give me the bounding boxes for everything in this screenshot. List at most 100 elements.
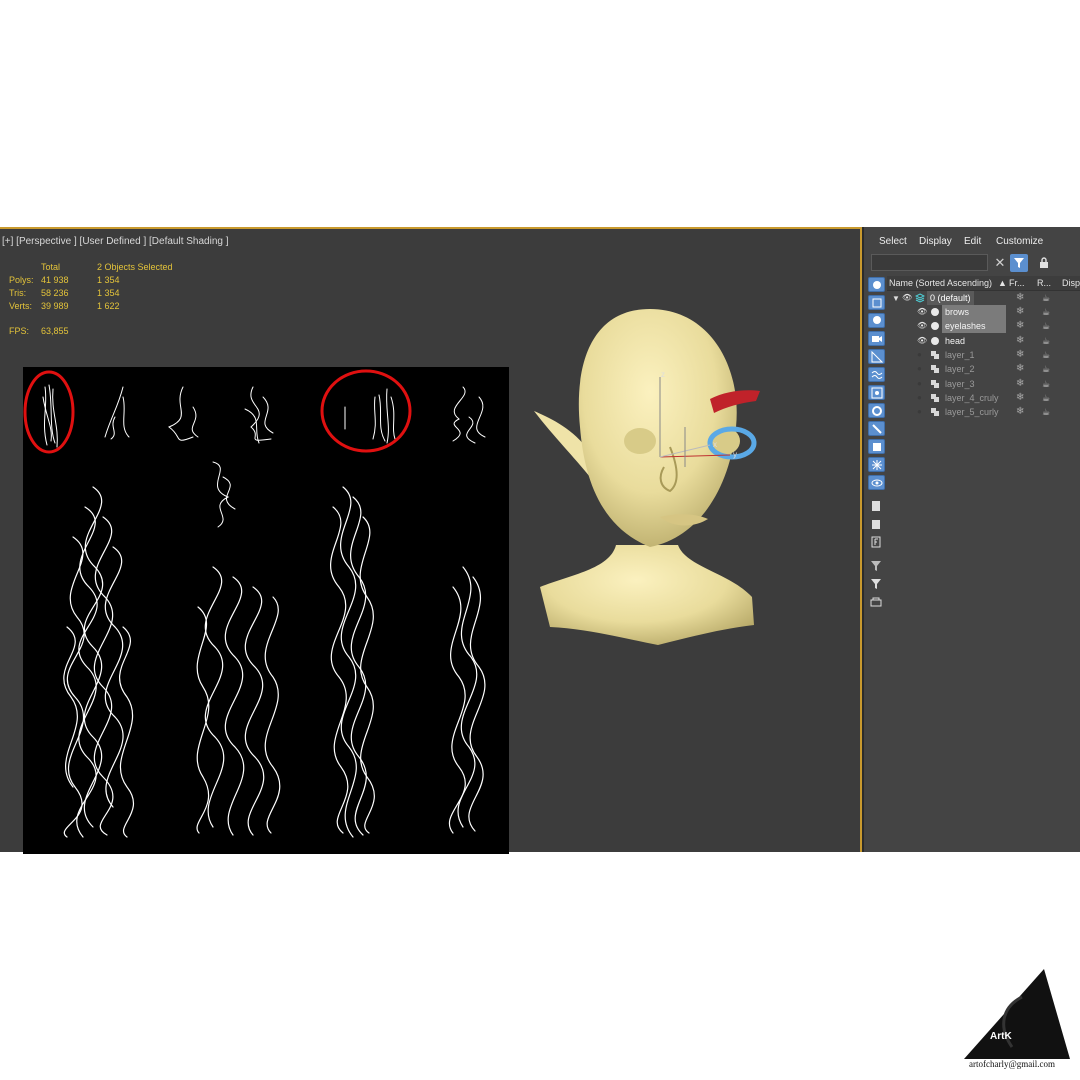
box-icon[interactable] xyxy=(868,595,885,610)
snowflake-icon[interactable]: ❄ xyxy=(1016,292,1024,304)
eye-icon[interactable]: 👁 xyxy=(917,322,927,330)
expand-arrow-icon[interactable]: ▼ xyxy=(892,294,900,303)
hair-texture-plane[interactable] xyxy=(23,367,509,854)
layer-stack-icon xyxy=(915,293,925,303)
lock-icon[interactable] xyxy=(1035,254,1053,272)
snowflake-icon[interactable]: ❄ xyxy=(1016,363,1024,375)
perspective-viewport[interactable]: [+] [Perspective ] [User Defined ] [Defa… xyxy=(0,227,862,854)
eye-icon[interactable]: ● xyxy=(917,365,922,373)
statistics-overlay: Total 2 Objects Selected Polys: 41 938 1… xyxy=(9,262,209,342)
stats-verts-selected: 1 622 xyxy=(97,301,120,311)
snowflake-icon[interactable]: ❄ xyxy=(1016,378,1024,390)
stats-polys-label: Polys: xyxy=(9,275,34,285)
layer-name[interactable]: 0 (default) xyxy=(927,291,974,305)
teapot-icon[interactable]: ☕ xyxy=(1042,406,1050,418)
tree-item-label[interactable]: layer_4_cruly xyxy=(945,391,999,405)
eye-icon[interactable]: ● xyxy=(917,350,922,359)
sort-ascending-icon: ▲ xyxy=(998,278,1007,288)
watermark-email: artofcharly@gmail.com xyxy=(969,1059,1056,1069)
bones-icon[interactable] xyxy=(868,421,885,436)
viewport-label[interactable]: [+] [Perspective ] [User Defined ] [Defa… xyxy=(2,236,229,247)
column-frozen[interactable]: Fr... xyxy=(1009,276,1025,290)
stats-fps-label: FPS: xyxy=(9,326,30,336)
eye-icon[interactable]: ● xyxy=(917,393,922,402)
tree-row-layer_3[interactable]: ● layer_3 ❄ ☕ xyxy=(887,377,1080,391)
geometry-icon[interactable] xyxy=(868,277,885,292)
layer-icon xyxy=(931,379,939,388)
tree-item-label[interactable]: eyelashes xyxy=(945,319,986,333)
svg-text:ArtK: ArtK xyxy=(990,1031,1012,1042)
frozen-icon[interactable] xyxy=(868,457,885,472)
filter-arrow-icon[interactable] xyxy=(868,577,885,592)
stats-polys-total: 41 938 xyxy=(41,275,69,285)
stats-total-header: Total xyxy=(41,262,61,272)
filter-icon[interactable] xyxy=(1010,254,1028,272)
axis-label-x: x xyxy=(713,440,717,449)
teapot-icon[interactable]: ☕ xyxy=(1042,306,1050,318)
square-icon[interactable] xyxy=(868,517,885,532)
head-model[interactable]: z y x xyxy=(530,307,770,647)
snowflake-icon[interactable]: ❄ xyxy=(1016,320,1024,332)
layer-icon xyxy=(931,393,939,402)
doc-icon[interactable] xyxy=(868,499,885,514)
visible-icon[interactable] xyxy=(868,475,885,490)
column-name[interactable]: Name (Sorted Ascending) xyxy=(889,276,992,290)
axis-label-y: y xyxy=(733,450,737,459)
helpers-icon[interactable] xyxy=(868,349,885,364)
snowflake-icon[interactable]: ❄ xyxy=(1016,406,1024,418)
tree-item-label[interactable]: head xyxy=(945,334,965,348)
lights-icon[interactable] xyxy=(868,313,885,328)
layer-icon xyxy=(931,408,939,417)
eye-icon[interactable]: 👁 xyxy=(917,336,927,345)
tree-item-label[interactable]: layer_2 xyxy=(945,362,975,376)
menu-select[interactable]: Select xyxy=(879,236,907,247)
snowflake-icon[interactable]: ❄ xyxy=(1016,392,1024,404)
eye-icon[interactable]: 👁 xyxy=(902,294,912,302)
menu-edit[interactable]: Edit xyxy=(964,236,981,247)
menu-display[interactable]: Display xyxy=(919,236,952,247)
eye-icon[interactable]: ● xyxy=(917,379,922,388)
eye-icon[interactable]: 👁 xyxy=(917,308,927,316)
tree-item-label[interactable]: layer_5_curly xyxy=(945,405,999,419)
close-icon[interactable]: ✕ xyxy=(991,254,1009,272)
app-window: [+] [Perspective ] [User Defined ] [Defa… xyxy=(0,227,1080,1069)
xrefs-icon[interactable] xyxy=(868,403,885,418)
teapot-icon[interactable]: ☕ xyxy=(1042,292,1050,304)
tree-row-eyelashes[interactable]: 👁 eyelashes ❄ ☕ xyxy=(887,319,1080,334)
teapot-icon[interactable]: ☕ xyxy=(1042,320,1050,332)
menu-customize[interactable]: Customize xyxy=(996,236,1043,247)
tree-item-label[interactable]: brows xyxy=(945,305,969,319)
column-display[interactable]: Disp xyxy=(1062,276,1080,290)
column-render[interactable]: R... xyxy=(1037,276,1051,290)
tree-row-layer_1[interactable]: ● layer_1 ❄ ☕ xyxy=(887,348,1080,362)
f-icon[interactable] xyxy=(868,535,885,550)
tree-row-head[interactable]: 👁 head ❄ ☕ xyxy=(887,334,1080,348)
teapot-icon[interactable]: ☕ xyxy=(1042,392,1050,404)
filter-icon[interactable] xyxy=(868,559,885,574)
search-input[interactable] xyxy=(871,254,988,271)
tree-item-label[interactable]: layer_1 xyxy=(945,348,975,362)
tree-row-layer_4_cruly[interactable]: ● layer_4_cruly ❄ ☕ xyxy=(887,391,1080,405)
stats-selected-header: 2 Objects Selected xyxy=(97,262,173,272)
snowflake-icon[interactable]: ❄ xyxy=(1016,335,1024,347)
eye-icon[interactable]: ● xyxy=(917,408,922,416)
tree-item-label[interactable]: layer_3 xyxy=(945,377,975,391)
layer-row-default[interactable]: ▼ 👁 0 (default) ❄ ☕ xyxy=(887,291,1080,305)
tree-row-brows[interactable]: 👁 brows ❄ ☕ xyxy=(887,305,1080,319)
teapot-icon[interactable]: ☕ xyxy=(1042,349,1050,361)
containers-icon[interactable] xyxy=(868,439,885,454)
snowflake-icon[interactable]: ❄ xyxy=(1016,349,1024,361)
tree-row-layer_5_curly[interactable]: ● layer_5_curly ❄ ☕ xyxy=(887,405,1080,419)
layer-icon xyxy=(931,350,939,359)
groups-icon[interactable] xyxy=(868,385,885,400)
spacewarps-icon[interactable] xyxy=(868,367,885,382)
shapes-icon[interactable] xyxy=(868,295,885,310)
stats-tris-label: Tris: xyxy=(9,288,27,298)
teapot-icon[interactable]: ☕ xyxy=(1042,363,1050,375)
snowflake-icon[interactable]: ❄ xyxy=(1016,306,1024,318)
tree-row-layer_2[interactable]: ● layer_2 ❄ ☕ xyxy=(887,362,1080,376)
object-icon xyxy=(931,336,939,345)
teapot-icon[interactable]: ☕ xyxy=(1042,378,1050,390)
cameras-icon[interactable] xyxy=(868,331,885,346)
teapot-icon[interactable]: ☕ xyxy=(1042,335,1050,347)
